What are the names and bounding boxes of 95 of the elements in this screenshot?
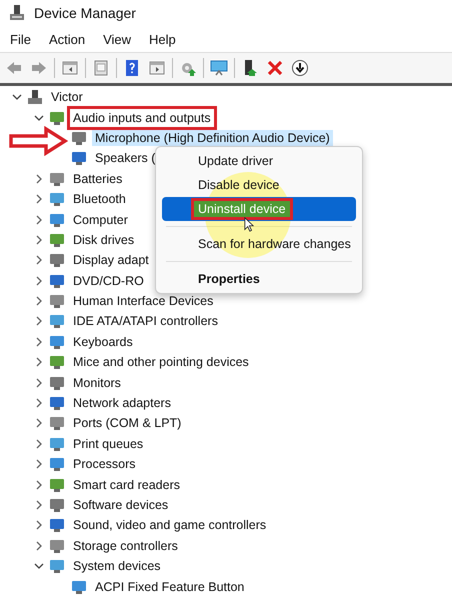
collapse-chevron-icon[interactable] <box>12 92 22 102</box>
expand-chevron-icon[interactable] <box>34 520 44 530</box>
device-icon <box>49 110 65 126</box>
tree-item[interactable]: Software devices <box>70 497 172 513</box>
expand-chevron-icon[interactable] <box>34 378 44 388</box>
tree-item[interactable]: Audio inputs and outputs <box>67 106 217 130</box>
tree-item[interactable]: DVD/CD-RO <box>70 272 147 289</box>
expand-chevron-icon[interactable] <box>34 276 44 286</box>
download-icon[interactable] <box>291 59 309 77</box>
expand-chevron-icon[interactable] <box>34 480 44 490</box>
tree-item[interactable]: Batteries <box>70 170 126 187</box>
tree-item[interactable]: Network adapters <box>70 395 174 412</box>
menu-item[interactable]: View <box>103 32 132 46</box>
collapse-chevron-icon[interactable] <box>34 561 44 572</box>
expand-chevron-icon[interactable] <box>34 500 44 510</box>
device-icon <box>71 150 87 166</box>
device-icon <box>49 415 65 432</box>
expand-chevron-icon[interactable] <box>34 296 44 306</box>
device-icon <box>49 374 65 391</box>
tree-item[interactable]: Disk drives <box>70 232 138 248</box>
expand-chevron-icon[interactable] <box>34 398 44 408</box>
arrow-annotation <box>8 126 68 156</box>
monitor-icon[interactable] <box>210 59 228 77</box>
tree-item[interactable]: Monitors <box>70 374 124 391</box>
device-icon <box>49 456 65 472</box>
device-icon <box>49 170 65 187</box>
tree-item[interactable]: Sound, video and game controllers <box>70 517 270 534</box>
properties-icon[interactable] <box>92 59 110 77</box>
tree-item[interactable]: Keyboards <box>70 334 136 350</box>
device-icon <box>49 476 65 493</box>
menu-item[interactable]: Scan for hardware changes <box>162 232 356 256</box>
expand-chevron-icon[interactable] <box>34 540 44 551</box>
tree-item[interactable]: Speakers ( <box>92 150 158 166</box>
forward-arrow-icon[interactable] <box>30 59 48 77</box>
expand-chevron-icon[interactable] <box>34 357 44 368</box>
tree-item[interactable]: Ports (COM & LPT) <box>70 415 184 432</box>
expand-chevron-icon[interactable] <box>34 459 44 470</box>
device-icon <box>49 272 65 289</box>
tree-item[interactable]: Bluetooth <box>70 191 129 208</box>
window-title: Device Manager <box>34 5 136 21</box>
tree-item[interactable]: IDE ATA/ATAPI controllers <box>70 313 221 330</box>
close-icon[interactable] <box>266 59 284 77</box>
device-icon <box>49 212 65 228</box>
menu-item[interactable]: Uninstall device <box>162 197 356 221</box>
expand-chevron-icon[interactable] <box>34 194 44 204</box>
device-icon <box>49 252 65 268</box>
device-icon <box>49 191 65 208</box>
computer-icon <box>8 4 26 22</box>
expand-chevron-icon[interactable] <box>34 255 44 266</box>
tree-item[interactable]: Smart card readers <box>70 476 183 493</box>
help-icon[interactable] <box>123 59 141 77</box>
device-icon <box>49 313 65 330</box>
device-icon <box>49 334 65 350</box>
device-icon <box>49 517 65 534</box>
device-icon <box>71 578 87 595</box>
back-arrow-icon[interactable] <box>5 59 23 77</box>
device-icon <box>49 538 65 554</box>
device-icon <box>49 354 65 370</box>
expand-chevron-icon[interactable] <box>34 214 44 225</box>
menu-item[interactable]: Help <box>149 32 176 46</box>
tree-item[interactable]: Display adapt <box>70 252 152 268</box>
device-icon <box>49 436 65 452</box>
tree-item[interactable]: Print queues <box>70 436 146 452</box>
mouse-pointer-icon <box>244 217 254 232</box>
menu-item[interactable]: Disable device <box>162 173 356 197</box>
menu-item[interactable]: Properties <box>162 267 356 291</box>
panel-icon[interactable] <box>61 59 79 77</box>
computer-icon <box>27 89 43 106</box>
tree-item[interactable]: ACPI Fixed Feature Button <box>92 578 248 595</box>
menu-item[interactable]: File <box>10 32 31 46</box>
tree-item[interactable]: Microphone (High Definition Audio Device) <box>92 130 333 146</box>
expand-chevron-icon[interactable] <box>34 174 44 184</box>
tree-item[interactable]: Storage controllers <box>70 538 181 554</box>
device-icon <box>71 130 87 146</box>
menu-item[interactable]: Action <box>48 32 86 46</box>
device-icon <box>49 497 65 513</box>
highlight-box: Uninstall device <box>191 198 293 220</box>
panel-icon[interactable] <box>148 59 166 77</box>
expand-chevron-icon[interactable] <box>34 336 44 347</box>
collapse-chevron-icon[interactable] <box>34 112 44 123</box>
device-icon <box>49 293 65 310</box>
tree-item[interactable]: Mice and other pointing devices <box>70 354 252 370</box>
device-icon <box>49 558 65 574</box>
tree-item[interactable]: Computer <box>70 212 131 228</box>
tree-item[interactable]: Victor <box>48 89 86 106</box>
device-icon <box>49 232 65 248</box>
tree-item[interactable]: System devices <box>70 558 164 574</box>
expand-chevron-icon[interactable] <box>34 438 44 449</box>
menu-item[interactable]: Update driver <box>162 149 356 173</box>
expand-chevron-icon[interactable] <box>34 234 44 245</box>
tree-item[interactable]: Human Interface Devices <box>70 293 216 310</box>
expand-chevron-icon[interactable] <box>34 316 44 326</box>
expand-chevron-icon[interactable] <box>34 418 44 428</box>
device-icon <box>49 395 65 412</box>
tree-item[interactable]: Processors <box>70 456 139 472</box>
